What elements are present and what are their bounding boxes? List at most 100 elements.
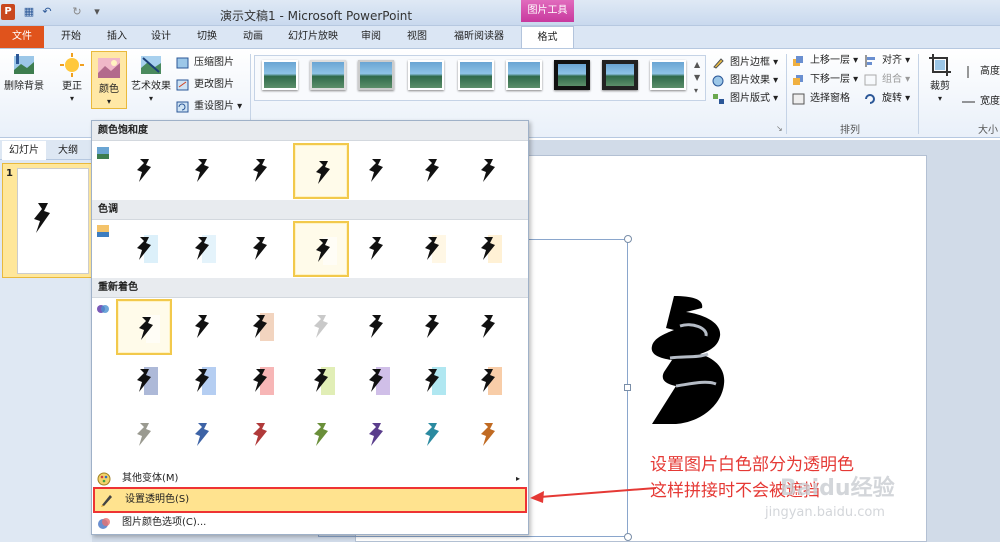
color-variation-option[interactable] (404, 353, 460, 409)
picture-style-thumb[interactable] (408, 60, 444, 90)
color-variation-option[interactable] (174, 353, 230, 409)
color-variation-option[interactable] (232, 299, 288, 355)
tab-transitions[interactable]: 切换 (192, 26, 222, 48)
color-variation-option[interactable] (232, 353, 288, 409)
color-variation-option[interactable] (293, 407, 349, 463)
picture-preview-icon (137, 369, 151, 392)
customize-qat-icon[interactable]: ▾ (90, 5, 104, 19)
tab-slideshow[interactable]: 幻灯片放映 (284, 26, 342, 48)
change-picture-button[interactable]: 更改图片 (176, 77, 234, 93)
picture-color-options-item[interactable]: 图片颜色选项(C)... (92, 513, 528, 533)
selected-picture[interactable] (646, 296, 728, 426)
color-variation-option[interactable] (293, 353, 349, 409)
tab-home[interactable]: 开始 (56, 26, 86, 48)
color-variation-option[interactable] (404, 143, 460, 199)
redo-icon[interactable]: ↻ (70, 5, 84, 19)
color-variation-option[interactable] (293, 221, 349, 277)
picture-preview-icon (481, 423, 495, 446)
picture-style-thumb[interactable] (262, 60, 298, 90)
color-variation-option[interactable] (348, 353, 404, 409)
remove-background-icon (14, 54, 34, 74)
set-transparent-color-item[interactable]: 设置透明色(S) (93, 487, 527, 513)
tab-slides[interactable]: 幻灯片 (2, 141, 46, 160)
save-icon[interactable]: ▦ (22, 5, 36, 19)
color-variation-option[interactable] (404, 407, 460, 463)
window-title: 演示文稿1 - Microsoft PowerPoint (220, 9, 413, 23)
send-backward-button[interactable]: 下移一层 ▾ (792, 72, 858, 88)
color-variation-option[interactable] (460, 299, 516, 355)
artistic-effects-button[interactable]: 艺术效果 ▾ (130, 52, 172, 108)
color-variation-option[interactable] (348, 143, 404, 199)
picture-preview-icon (139, 317, 153, 340)
picture-style-thumb[interactable] (310, 60, 346, 90)
powerpoint-app-icon[interactable]: P (1, 4, 15, 20)
color-variation-option[interactable] (404, 299, 460, 355)
tab-view[interactable]: 视图 (402, 26, 432, 48)
picture-border-button[interactable]: 图片边框 ▾ (712, 55, 778, 71)
tab-foxit-reader[interactable]: 福昕阅读器 (446, 26, 512, 48)
color-variation-option[interactable] (293, 299, 349, 355)
color-button[interactable]: 颜色 ▾ (91, 51, 127, 109)
color-variation-option[interactable] (348, 407, 404, 463)
color-variation-option[interactable] (232, 407, 288, 463)
color-variation-option[interactable] (174, 299, 230, 355)
width-field[interactable]: 宽度 (962, 94, 1000, 110)
color-variation-option[interactable] (232, 221, 288, 277)
selection-pane-button[interactable]: 选择窗格 (792, 91, 850, 107)
tab-insert[interactable]: 插入 (102, 26, 132, 48)
color-variation-option[interactable] (460, 221, 516, 277)
remove-background-button[interactable]: 删除背景 (2, 52, 46, 108)
picture-style-thumb[interactable] (554, 60, 590, 90)
undo-icon[interactable]: ↶ (40, 5, 54, 19)
color-variation-option[interactable] (293, 143, 349, 199)
dialog-launcher-icon[interactable]: ↘ (776, 124, 783, 133)
color-variation-option[interactable] (232, 143, 288, 199)
color-variation-option[interactable] (460, 353, 516, 409)
rotate-button[interactable]: 旋转 ▾ (864, 91, 910, 107)
corrections-button[interactable]: 更正 ▾ (54, 52, 90, 108)
color-variation-option[interactable] (116, 221, 172, 277)
tab-animations[interactable]: 动画 (238, 26, 268, 48)
more-variations-item[interactable]: 其他变体(M) ▸ (92, 469, 528, 489)
color-variation-option[interactable] (116, 353, 172, 409)
color-variation-option[interactable] (116, 143, 172, 199)
picture-effects-button[interactable]: 图片效果 ▾ (712, 73, 778, 89)
reset-picture-button[interactable]: 重设图片 ▾ (176, 99, 242, 115)
gallery-scroll-arrows[interactable]: ▲ ▼ ▾ (694, 58, 700, 97)
tab-review[interactable]: 审阅 (356, 26, 386, 48)
selection-pane-label: 选择窗格 (810, 93, 850, 104)
compress-pictures-button[interactable]: 压缩图片 (176, 55, 234, 71)
color-variation-option[interactable] (348, 299, 404, 355)
picture-layout-button[interactable]: 图片版式 ▾ (712, 91, 778, 107)
align-button[interactable]: 对齐 ▾ (864, 53, 910, 69)
color-variation-option[interactable] (460, 143, 516, 199)
tab-format[interactable]: 格式 (521, 26, 574, 49)
resize-handle[interactable] (624, 533, 632, 541)
color-variation-option[interactable] (174, 407, 230, 463)
color-variation-option[interactable] (460, 407, 516, 463)
resize-handle[interactable] (624, 235, 632, 243)
resize-handle[interactable] (624, 384, 631, 391)
color-variation-option[interactable] (348, 221, 404, 277)
remove-background-label: 删除背景 (4, 81, 44, 92)
picture-style-thumb[interactable] (602, 60, 638, 90)
tab-design[interactable]: 设计 (146, 26, 176, 48)
picture-preview-icon (369, 369, 383, 392)
tab-outline[interactable]: 大纲 (58, 141, 78, 160)
group-separator (786, 54, 787, 134)
picture-style-thumb[interactable] (650, 60, 686, 90)
color-variation-option[interactable] (116, 407, 172, 463)
color-variation-option[interactable] (404, 221, 460, 277)
picture-style-thumb[interactable] (506, 60, 542, 90)
tab-file[interactable]: 文件 (0, 26, 44, 48)
chevron-down-icon: ▾ (937, 94, 942, 103)
group-button[interactable]: 组合 ▾ (864, 72, 910, 88)
picture-style-thumb[interactable] (458, 60, 494, 90)
picture-style-thumb[interactable] (358, 60, 394, 90)
color-variation-option[interactable] (116, 299, 172, 355)
color-variation-option[interactable] (174, 221, 230, 277)
crop-button[interactable]: 裁剪 ▾ (924, 52, 956, 108)
color-variation-option[interactable] (174, 143, 230, 199)
bring-forward-button[interactable]: 上移一层 ▾ (792, 53, 858, 69)
height-field[interactable]: 高度 (962, 64, 1000, 80)
